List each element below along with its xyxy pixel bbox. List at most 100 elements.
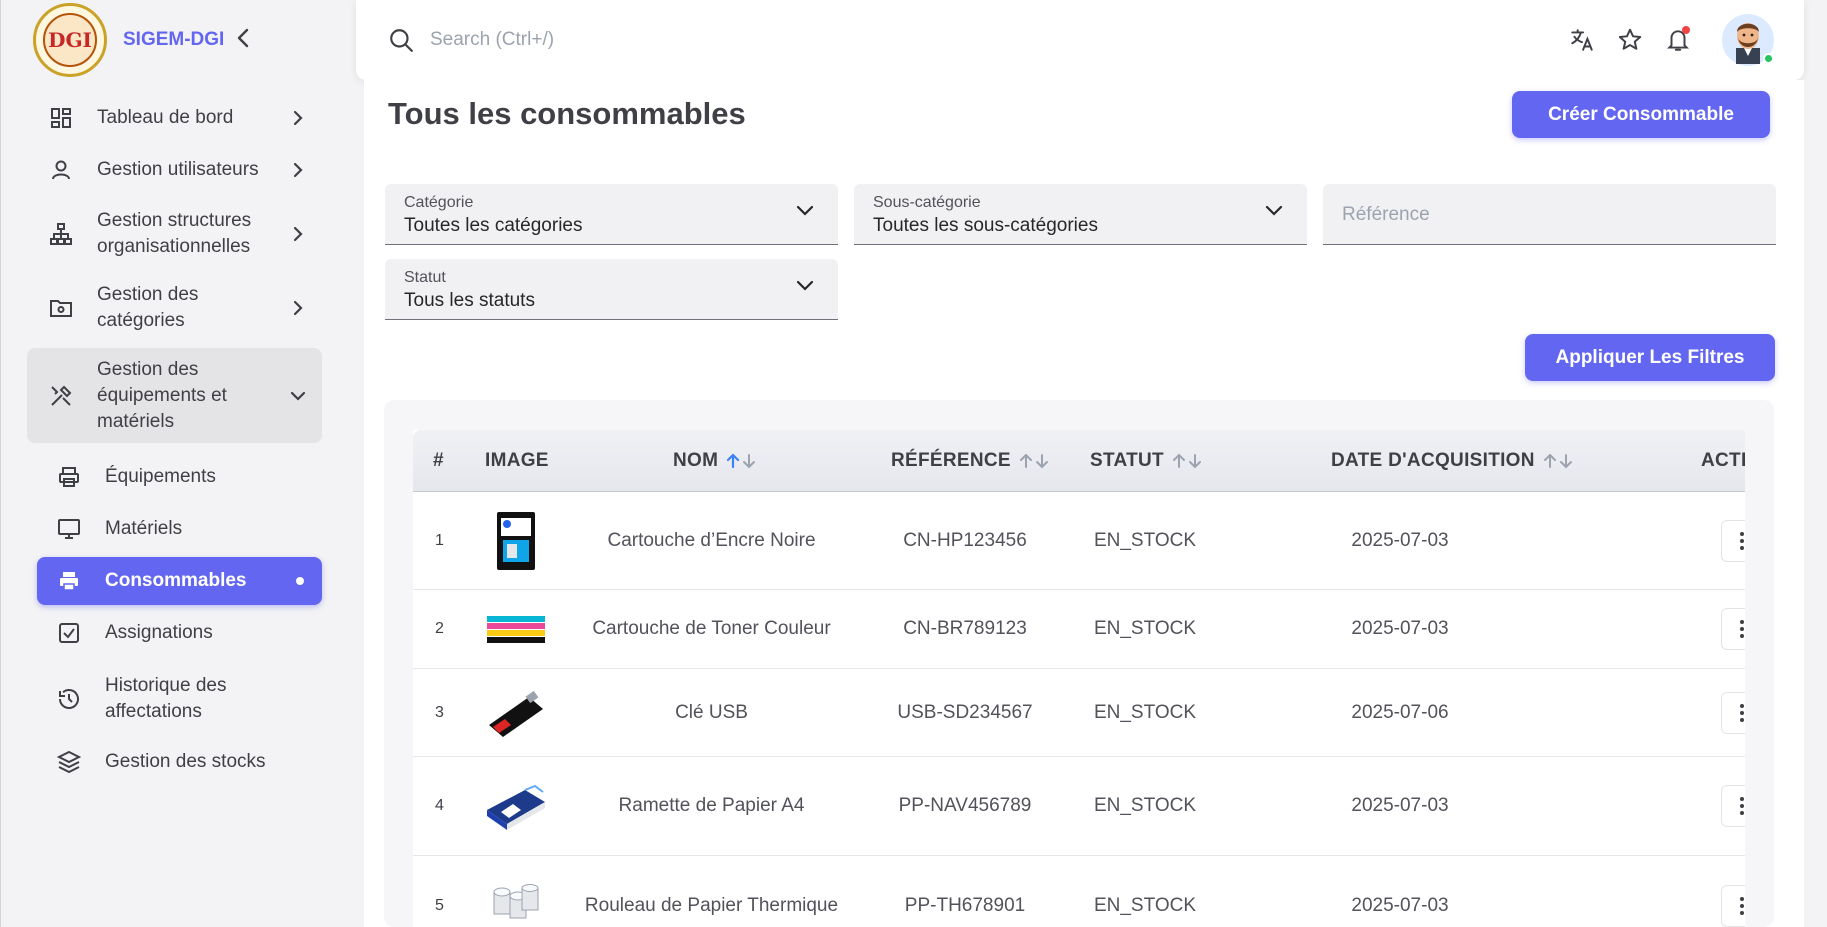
- statut-select[interactable]: Statut Tous les statuts: [385, 259, 838, 320]
- cell-statut: EN_STOCK: [1093, 701, 1197, 723]
- sidebar-item-label: Tableau de bord: [97, 107, 234, 128]
- apply-filters-button[interactable]: Appliquer Les Filtres: [1525, 334, 1775, 381]
- cell-nom: Rouleau de Papier Thermique: [584, 894, 839, 916]
- sort-desc-icon: [1559, 454, 1572, 469]
- col-header-statut[interactable]: STATUT: [1090, 430, 1204, 492]
- kebab-icon: [1740, 620, 1744, 638]
- header-actions: [1550, 14, 1774, 66]
- sidebar-item-label: Gestion utilisateurs: [97, 159, 259, 180]
- cell-date: 2025-07-03: [1351, 795, 1449, 816]
- sidebar-subitem-gestion-stocks[interactable]: Gestion des stocks: [37, 738, 322, 786]
- sort-icons[interactable]: [1019, 453, 1051, 469]
- row-actions-button[interactable]: [1721, 519, 1745, 562]
- kebab-icon: [1740, 703, 1744, 722]
- sidebar-subitem-historique[interactable]: Historique des affectations: [37, 670, 322, 728]
- chevron-right-icon: [286, 162, 310, 178]
- kebab-icon: [1740, 797, 1744, 815]
- reference-placeholder: Référence: [1342, 204, 1430, 225]
- reference-input[interactable]: Référence: [1323, 184, 1776, 245]
- cell-statut: EN_STOCK: [1093, 529, 1197, 551]
- categorie-value: Toutes les catégories: [404, 215, 583, 236]
- sidebar-subitem-label: Matériels: [105, 518, 183, 539]
- sort-icons[interactable]: [1172, 453, 1204, 469]
- col-header-label: NOM: [673, 450, 719, 471]
- sidebar-subitem-equipements[interactable]: Équipements: [37, 453, 322, 501]
- monitor-icon: [49, 517, 89, 541]
- col-header-date[interactable]: DATE D'ACQUISITION: [1331, 430, 1575, 492]
- col-header-label: STATUT: [1090, 450, 1164, 471]
- col-header-reference[interactable]: RÉFÉRENCE: [891, 430, 1051, 492]
- table-container: # IMAGE NOM RÉFÉRENCE STATUT DATE D'ACQU…: [384, 400, 1774, 927]
- search-input[interactable]: [430, 29, 1230, 51]
- bell-icon[interactable]: [1662, 24, 1694, 56]
- row-actions-button[interactable]: [1721, 608, 1745, 650]
- col-header-label: RÉFÉRENCE: [891, 450, 1011, 471]
- sidebar-subitem-label: Gestion des stocks: [105, 751, 266, 772]
- folder-settings-icon: [41, 296, 81, 320]
- sidebar-subitem-consommables[interactable]: Consommables: [37, 557, 322, 605]
- sidebar-subitem-label: Historique des affectations: [105, 675, 227, 722]
- toner-cartridge-image: [485, 598, 547, 660]
- sort-icons[interactable]: [726, 453, 758, 469]
- categorie-select[interactable]: Catégorie Toutes les catégories: [385, 184, 838, 245]
- sidebar-item-gestion-equipements[interactable]: Gestion des équipements et matériels: [27, 348, 322, 443]
- sidebar-subitem-assignations[interactable]: Assignations: [37, 609, 322, 657]
- sous-categorie-select[interactable]: Sous-catégorie Toutes les sous-catégorie…: [854, 184, 1307, 245]
- chevron-down-icon: [1265, 204, 1283, 222]
- chevron-down-icon: [796, 204, 814, 222]
- sort-icons[interactable]: [1543, 453, 1575, 469]
- table-row: 4 Ramette de Papier A4 PP-NAV456789 EN_S…: [413, 757, 1745, 856]
- row-actions-button[interactable]: [1721, 691, 1745, 734]
- statut-value: Tous les statuts: [404, 290, 535, 311]
- star-icon[interactable]: [1614, 24, 1646, 56]
- cell-nom: Ramette de Papier A4: [618, 795, 805, 816]
- statut-label: Statut: [404, 269, 446, 286]
- printer-icon: [49, 465, 89, 489]
- consommables-table: # IMAGE NOM RÉFÉRENCE STATUT DATE D'ACQU…: [413, 430, 1745, 927]
- sidebar-item-gestion-structures[interactable]: Gestion structures organisationnelles: [27, 206, 322, 262]
- cell-date: 2025-07-06: [1351, 701, 1449, 723]
- thermal-paper-roll-image: [485, 875, 547, 927]
- cell-statut: EN_STOCK: [1093, 795, 1197, 816]
- cell-actions: [1721, 492, 1745, 589]
- sidebar-subitem-label: Équipements: [105, 466, 216, 487]
- dgi-logo: DGI: [33, 3, 107, 77]
- kebab-icon: [1740, 531, 1744, 550]
- col-header-nom[interactable]: NOM: [673, 430, 758, 492]
- paper-ream-image: [485, 775, 547, 837]
- cell-reference: CN-BR789123: [903, 618, 1027, 639]
- row-actions-button[interactable]: [1721, 785, 1745, 827]
- row-actions-button[interactable]: [1721, 884, 1745, 927]
- translate-icon[interactable]: [1566, 24, 1598, 56]
- table-row: 1 Cartouche d’Encre Noire CN-HP123456 EN…: [413, 492, 1745, 590]
- chevron-left-icon[interactable]: [229, 24, 257, 52]
- sidebar-item-gestion-categories[interactable]: Gestion des catégories: [27, 280, 322, 336]
- avatar[interactable]: [1722, 14, 1774, 66]
- sort-desc-icon: [1035, 454, 1048, 469]
- sous-categorie-value: Toutes les sous-catégories: [873, 215, 1098, 236]
- sidebar-item-tableau-de-bord[interactable]: Tableau de bord: [27, 96, 322, 140]
- cell-num: 3: [435, 703, 444, 721]
- cell-reference: USB-SD234567: [897, 701, 1033, 723]
- cell-date: 2025-07-03: [1351, 894, 1449, 916]
- online-status-dot: [1763, 53, 1774, 64]
- chevron-right-icon: [286, 300, 310, 316]
- sidebar-subitem-materiels[interactable]: Matériels: [37, 505, 322, 553]
- sort-asc-icon: [1019, 453, 1032, 468]
- col-header-actions: ACTI: [1701, 450, 1745, 471]
- table-row: 2 Cartouche de Toner Couleur CN-BR789123…: [413, 590, 1745, 669]
- cell-num: 5: [435, 896, 444, 914]
- chevron-right-icon: [286, 226, 310, 242]
- create-consommable-button[interactable]: Créer Consommable: [1512, 91, 1770, 138]
- search-icon[interactable]: [386, 25, 416, 55]
- cell-nom: Cartouche de Toner Couleur: [592, 618, 831, 639]
- sort-asc-icon: [1172, 453, 1185, 468]
- kebab-icon: [1740, 896, 1744, 915]
- layers-icon: [49, 750, 89, 774]
- chevron-down-icon: [286, 391, 310, 401]
- brand[interactable]: DGI SIGEM-DGI: [33, 2, 343, 78]
- checkbox-icon: [49, 621, 89, 645]
- cell-nom: Cartouche d’Encre Noire: [607, 529, 816, 551]
- cell-reference: PP-NAV456789: [898, 795, 1032, 816]
- sidebar-item-gestion-utilisateurs[interactable]: Gestion utilisateurs: [27, 148, 322, 192]
